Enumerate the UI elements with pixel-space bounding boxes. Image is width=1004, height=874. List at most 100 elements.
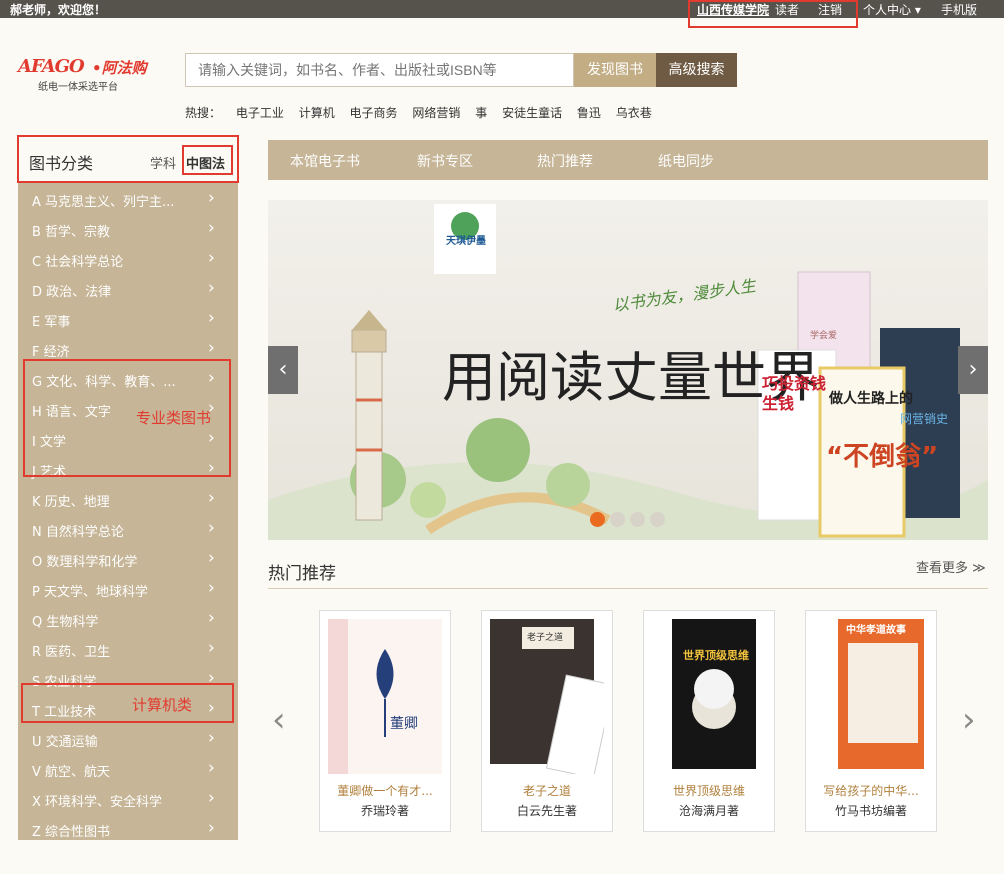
hot-term[interactable]: 网络营销 xyxy=(412,106,460,120)
book-cover-text-2: 老子之道 xyxy=(527,633,564,643)
chevron-right-icon: › xyxy=(208,818,215,838)
book-card-4[interactable]: 中华孝道故事 写给孩子的中华... 竹马书坊编著 xyxy=(805,610,937,832)
banner-book-4: 学会爱 xyxy=(810,331,838,341)
sidebar-category-item[interactable]: R 医药、卫生 › xyxy=(18,634,238,664)
banner-book-2-title: 做人生路上的 xyxy=(829,391,913,407)
sidebar-category-item[interactable]: X 环境科学、安全科学 › xyxy=(18,784,238,814)
logo-name: •阿法购 xyxy=(92,59,147,77)
chevron-right-icon: › xyxy=(208,548,215,568)
sidebar-category-item[interactable]: Q 生物科学 › xyxy=(18,604,238,634)
sidebar-category-item[interactable]: N 自然科学总论 › xyxy=(18,514,238,544)
annotation-computer: 计算机类 xyxy=(132,696,193,714)
highlight-box-user xyxy=(688,0,858,28)
sidebar-category-label: O 数理科学和化学 xyxy=(32,555,138,570)
books-next-arrow[interactable]: › xyxy=(962,700,976,740)
carousel-dot-3[interactable] xyxy=(630,512,645,527)
chevron-right-icon: › xyxy=(208,218,215,238)
sidebar-category-item[interactable]: B 哲学、宗教 › xyxy=(18,214,238,244)
chevron-right-icon: › xyxy=(208,518,215,538)
sidebar-category-item[interactable]: Z 综合性图书 › xyxy=(18,814,238,844)
hot-term[interactable]: 事 xyxy=(475,106,487,120)
sidebar-category-item[interactable]: C 社会科学总论 › xyxy=(18,244,238,274)
hot-picks-title: 热门推荐 xyxy=(268,564,336,584)
sidebar-category-label: F 经济 xyxy=(32,345,70,360)
book-cover-4 xyxy=(838,619,924,769)
sidebar-category-label: K 历史、地理 xyxy=(32,495,110,510)
carousel-dot-1[interactable] xyxy=(590,512,605,527)
logo-mark: AFAGO xyxy=(18,56,85,77)
sidebar-category-item[interactable]: U 交通运输 › xyxy=(18,724,238,754)
nav-item-hot[interactable]: 热门推荐 xyxy=(537,151,593,171)
book-cover-text-1: 董卿 xyxy=(390,716,418,732)
book-author: 乔瑞玲著 xyxy=(360,804,409,818)
banner-next-arrow[interactable]: › xyxy=(958,346,988,394)
sidebar-category-item[interactable]: P 天文学、地球科学 › xyxy=(18,574,238,604)
hot-term[interactable]: 安徒生童话 xyxy=(502,106,562,120)
book-card-2[interactable]: 老子之道 老子之道 白云先生著 xyxy=(481,610,613,832)
hot-term[interactable]: 鲁迅 xyxy=(577,106,601,120)
banner-book-2-big: “不倒翁” xyxy=(826,442,939,472)
chevron-right-icon: › xyxy=(208,728,215,748)
book-title[interactable]: 董卿做一个有才... xyxy=(320,782,450,799)
sidebar-category-label: X 环境科学、安全科学 xyxy=(32,795,163,810)
advanced-search-button[interactable]: 高级搜索 xyxy=(656,53,737,87)
book-title[interactable]: 老子之道 xyxy=(482,782,612,799)
sidebar-category-label: C 社会科学总论 xyxy=(32,255,124,270)
chevron-right-icon: › xyxy=(208,788,215,808)
book-author: 竹马书坊编著 xyxy=(834,804,907,818)
nav-item-ebooks[interactable]: 本馆电子书 xyxy=(290,151,360,171)
chevron-right-icon: › xyxy=(208,338,215,358)
chevron-right-icon: › xyxy=(208,638,215,658)
sidebar-category-label: P 天文学、地球科学 xyxy=(32,585,148,600)
banner-carousel[interactable]: 天琪伊墨 以书为友，漫步人生 用阅读丈量世界 巧投资钱生钱 做人生路上的 “不倒… xyxy=(268,200,988,540)
sidebar-category-item[interactable]: K 历史、地理 › xyxy=(18,484,238,514)
hot-term[interactable]: 电子商务 xyxy=(350,106,398,120)
banner-book-1: 巧投资钱生钱 xyxy=(762,374,827,413)
sidebar-category-label: N 自然科学总论 xyxy=(32,525,124,540)
hot-term[interactable]: 计算机 xyxy=(299,106,335,120)
hot-term[interactable]: 电子工业 xyxy=(236,106,284,120)
banner-badge: 天琪伊墨 xyxy=(446,236,486,247)
nav-item-new-books[interactable]: 新书专区 xyxy=(417,151,473,171)
mobile-link[interactable]: 手机版 xyxy=(941,1,977,18)
hot-search-label: 热搜： xyxy=(185,106,222,120)
see-more-link[interactable]: 查看更多 ≫ xyxy=(916,557,986,576)
find-books-button[interactable]: 发现图书 xyxy=(574,53,656,87)
book-cover-text-4: 中华孝道故事 xyxy=(846,625,906,636)
book-title[interactable]: 写给孩子的中华... xyxy=(806,782,936,799)
chevron-right-icon: › xyxy=(208,578,215,598)
book-cover-text-3: 世界顶级思维 xyxy=(683,649,749,662)
hot-term[interactable]: 乌衣巷 xyxy=(616,106,652,120)
sidebar-category-label: D 政治、法律 xyxy=(32,285,112,300)
sidebar-category-label: Q 生物科学 xyxy=(32,615,99,630)
chevron-right-icon: › xyxy=(208,188,215,208)
books-prev-arrow[interactable]: ‹ xyxy=(272,700,286,740)
highlight-box-clc xyxy=(182,145,233,175)
sidebar-category-item[interactable]: A 马克思主义、列宁主... › xyxy=(18,184,238,214)
sidebar-category-item[interactable]: D 政治、法律 › xyxy=(18,274,238,304)
banner-book-3: 网营销史 xyxy=(900,412,949,426)
book-cover-3 xyxy=(672,619,756,769)
banner-prev-arrow[interactable]: ‹ xyxy=(268,346,298,394)
main-nav: 本馆电子书 新书专区 热门推荐 纸电同步 xyxy=(268,140,988,180)
sidebar-category-label: R 医药、卫生 xyxy=(32,645,111,660)
search-input[interactable] xyxy=(185,53,574,87)
sidebar-category-item[interactable]: V 航空、航天 › xyxy=(18,754,238,784)
greeting-text: 郝老师，欢迎您！ xyxy=(10,3,107,17)
sidebar-category-item[interactable]: O 数理科学和化学 › xyxy=(18,544,238,574)
book-card-1[interactable]: 董卿 董卿做一个有才... 乔瑞玲著 xyxy=(319,610,451,832)
hot-search: 热搜： 电子工业 计算机 电子商务 网络营销 事 安徒生童话 鲁迅 乌衣巷 xyxy=(185,104,663,121)
personal-center-link[interactable]: 个人中心 ▾ xyxy=(863,1,921,18)
annotation-professional: 专业类图书 xyxy=(136,409,212,427)
sidebar-category-item[interactable]: E 军事 › xyxy=(18,304,238,334)
sidebar-category-label: Z 综合性图书 xyxy=(32,825,111,840)
nav-item-sync[interactable]: 纸电同步 xyxy=(658,151,714,171)
book-card-3[interactable]: 世界顶级思维 世界顶级思维 沧海满月著 xyxy=(643,610,775,832)
book-title[interactable]: 世界顶级思维 xyxy=(644,782,774,799)
sidebar-category-label: E 军事 xyxy=(32,315,71,330)
chevron-right-icon: › xyxy=(208,608,215,628)
carousel-dot-2[interactable] xyxy=(610,512,625,527)
carousel-dot-4[interactable] xyxy=(650,512,665,527)
logo-tagline: 纸电一体采选平台 xyxy=(38,82,118,93)
site-logo[interactable]: AFAGO •阿法购 纸电一体采选平台 xyxy=(18,56,168,96)
